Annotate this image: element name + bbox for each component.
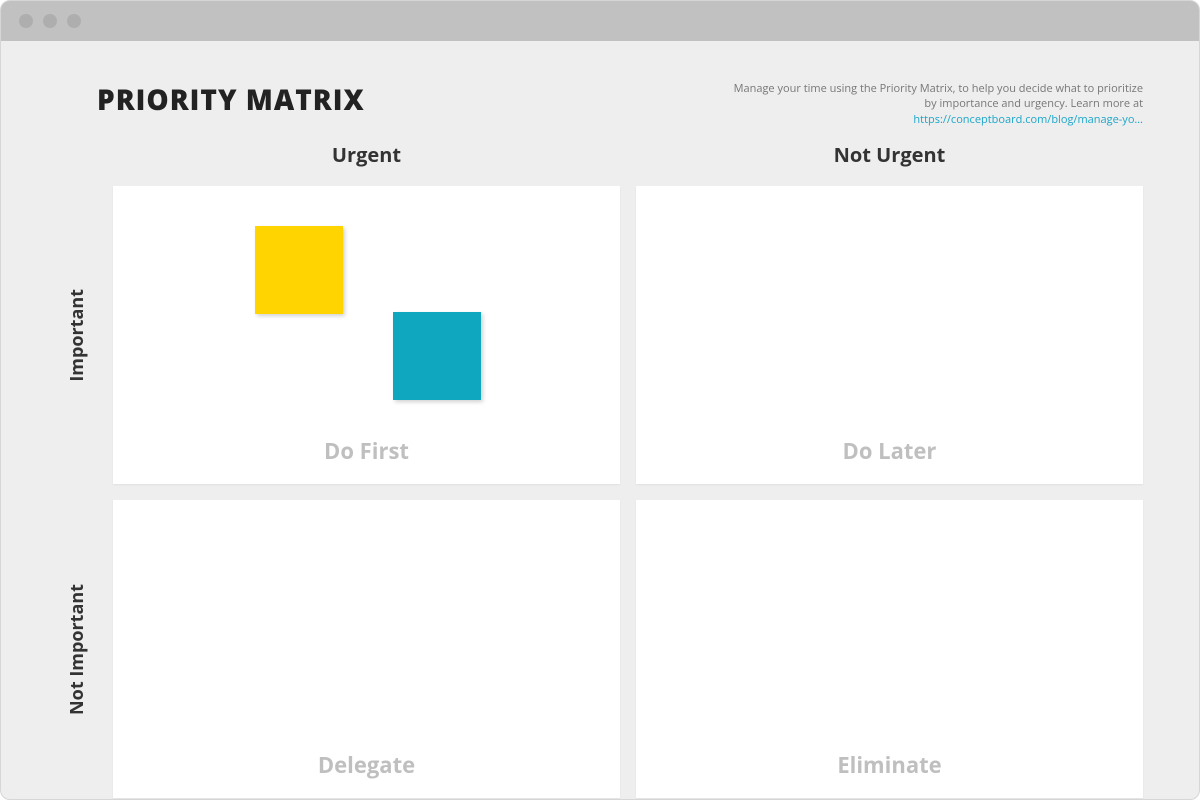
quadrant-label-delegate: Delegate [113, 750, 620, 780]
col-header-spacer [57, 135, 97, 178]
quadrant-label-do-later: Do Later [636, 436, 1143, 466]
page-title: PRIORITY MATRIX [97, 81, 365, 119]
quadrant-eliminate[interactable]: Eliminate [636, 500, 1143, 798]
sticky-note-yellow[interactable] [255, 226, 343, 314]
col-header-not-urgent: Not Urgent [636, 135, 1143, 178]
row-header-important: Important [57, 186, 97, 484]
row-header-important-label: Important [65, 289, 89, 382]
header-row: PRIORITY MATRIX Manage your time using t… [57, 81, 1143, 127]
sticky-note-teal[interactable] [393, 312, 481, 400]
titlebar [1, 1, 1199, 41]
row-header-not-important: Not Important [57, 500, 97, 798]
quadrant-do-later[interactable]: Do Later [636, 186, 1143, 484]
traffic-light-close[interactable] [19, 14, 33, 28]
matrix-grid: Important Do First Do Later Not Importan… [57, 186, 1143, 798]
description-link[interactable]: https://conceptboard.com/blog/manage-yo… [913, 112, 1143, 127]
matrix: Urgent Not Urgent Important Do First Do … [57, 135, 1143, 798]
row-header-not-important-label: Not Important [65, 584, 89, 715]
quadrant-do-first[interactable]: Do First [113, 186, 620, 484]
page-description: Manage your time using the Priority Matr… [723, 81, 1143, 127]
quadrant-delegate[interactable]: Delegate [113, 500, 620, 798]
traffic-light-maximize[interactable] [67, 14, 81, 28]
content-area: PRIORITY MATRIX Manage your time using t… [1, 41, 1199, 799]
column-headers: Urgent Not Urgent [57, 135, 1143, 178]
quadrant-label-eliminate: Eliminate [636, 750, 1143, 780]
col-header-urgent: Urgent [113, 135, 620, 178]
description-text: Manage your time using the Priority Matr… [734, 81, 1143, 111]
window-frame: PRIORITY MATRIX Manage your time using t… [0, 0, 1200, 800]
quadrant-label-do-first: Do First [113, 436, 620, 466]
traffic-light-minimize[interactable] [43, 14, 57, 28]
